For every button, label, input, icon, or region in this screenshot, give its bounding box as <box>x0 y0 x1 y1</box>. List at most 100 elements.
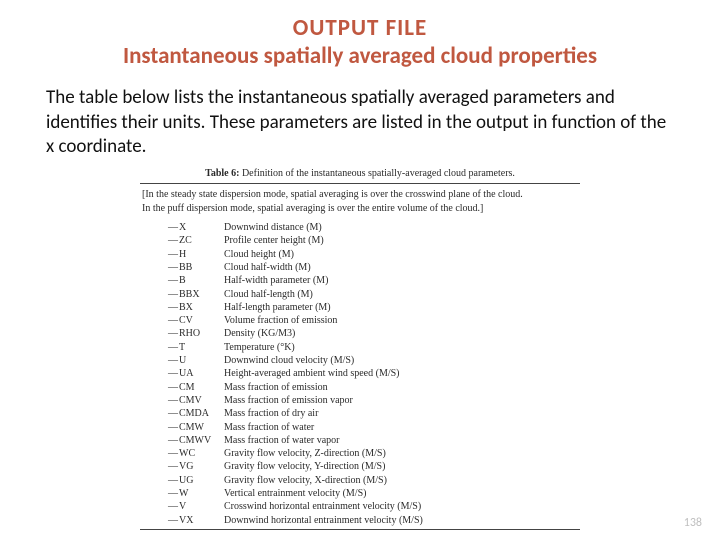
table-row: —UGGravity flow velocity, X-direction (M… <box>168 474 580 487</box>
param-symbol: —VX <box>168 514 224 527</box>
title-line-2: Instantaneous spatially averaged cloud p… <box>60 42 660 70</box>
param-symbol-text: H <box>179 249 186 260</box>
param-description: Downwind cloud velocity (M/S) <box>224 354 580 367</box>
em-dash-icon: — <box>168 395 178 406</box>
param-description: Half-length parameter (M) <box>224 301 580 314</box>
param-symbol-text: CV <box>179 315 193 326</box>
em-dash-icon: — <box>168 275 178 286</box>
param-symbol-text: CM <box>179 382 195 393</box>
table-row: —ZCProfile center height (M) <box>168 234 580 247</box>
param-description: Height-averaged ambient wind speed (M/S) <box>224 367 580 380</box>
param-symbol-text: BB <box>179 262 192 273</box>
param-symbol: —X <box>168 221 224 234</box>
param-symbol-text: VG <box>179 461 193 472</box>
param-symbol-text: B <box>179 275 186 286</box>
em-dash-icon: — <box>168 488 178 499</box>
em-dash-icon: — <box>168 408 178 419</box>
param-symbol: —V <box>168 500 224 513</box>
table-caption: Table 6: Definition of the instantaneous… <box>140 166 580 183</box>
page-number: 138 <box>684 516 702 530</box>
table-row: —BHalf-width parameter (M) <box>168 274 580 287</box>
table-row: —WVertical entrainment velocity (M/S) <box>168 487 580 500</box>
param-description: Density (KG/M3) <box>224 327 580 340</box>
param-symbol-text: U <box>179 355 186 366</box>
param-symbol-text: CMDA <box>179 408 209 419</box>
param-description: Gravity flow velocity, Z-direction (M/S) <box>224 447 580 460</box>
table-row: —WCGravity flow velocity, Z-direction (M… <box>168 447 580 460</box>
table-row: —CM Mass fraction of emission <box>168 381 580 394</box>
em-dash-icon: — <box>168 475 178 486</box>
corner-accent <box>0 516 22 534</box>
param-symbol-text: RHO <box>179 328 200 339</box>
param-symbol: —CMWV <box>168 434 224 447</box>
param-symbol-text: W <box>179 488 188 499</box>
table-row: —CMWVMass fraction of water vapor <box>168 434 580 447</box>
param-symbol: —WC <box>168 447 224 460</box>
table-note-line1: [In the steady state dispersion mode, sp… <box>142 188 578 202</box>
param-symbol-text: WC <box>179 448 195 459</box>
param-description: Gravity flow velocity, X-direction (M/S) <box>224 474 580 487</box>
table-row: —UDownwind cloud velocity (M/S) <box>168 354 580 367</box>
table-row: —XDownwind distance (M) <box>168 221 580 234</box>
table-row: —BB Cloud half-width (M) <box>168 261 580 274</box>
param-symbol-text: V <box>179 501 186 512</box>
param-symbol: —ZC <box>168 234 224 247</box>
param-symbol-text: T <box>179 342 185 353</box>
em-dash-icon: — <box>168 382 178 393</box>
param-symbol-text: UA <box>179 368 193 379</box>
param-symbol-text: UG <box>179 475 193 486</box>
table-row: —RHO Density (KG/M3) <box>168 327 580 340</box>
em-dash-icon: — <box>168 515 178 526</box>
table-note: [In the steady state dispersion mode, sp… <box>140 184 580 219</box>
param-description: Mass fraction of water <box>224 421 580 434</box>
param-symbol: —CV <box>168 314 224 327</box>
table-row: —HCloud height (M) <box>168 248 580 261</box>
param-symbol-text: BX <box>179 302 193 313</box>
table-note-line2: In the puff dispersion mode, spatial ave… <box>142 202 578 216</box>
table-caption-label: Table 6: <box>205 168 239 179</box>
param-symbol: —CMV <box>168 394 224 407</box>
table-row: —CMW Mass fraction of water <box>168 421 580 434</box>
param-symbol-text: CMW <box>179 422 204 433</box>
em-dash-icon: — <box>168 289 178 300</box>
table-row: —UAHeight-averaged ambient wind speed (M… <box>168 367 580 380</box>
param-description: Mass fraction of emission vapor <box>224 394 580 407</box>
param-symbol-text: VX <box>179 515 193 526</box>
param-symbol-text: CMWV <box>179 435 211 446</box>
param-symbol: —UG <box>168 474 224 487</box>
em-dash-icon: — <box>168 422 178 433</box>
param-symbol: —UA <box>168 367 224 380</box>
table-row: —VCrosswind horizontal entrainment veloc… <box>168 500 580 513</box>
em-dash-icon: — <box>168 501 178 512</box>
param-symbol: —W <box>168 487 224 500</box>
slide-title-block: OUTPUT FILE Instantaneous spatially aver… <box>0 0 720 76</box>
param-description: Vertical entrainment velocity (M/S) <box>224 487 580 500</box>
table-row: —CVVolume fraction of emission <box>168 314 580 327</box>
param-description: Cloud half-length (M) <box>224 288 580 301</box>
em-dash-icon: — <box>168 448 178 459</box>
param-description: Mass fraction of water vapor <box>224 434 580 447</box>
param-symbol: —BBX <box>168 288 224 301</box>
title-line-1: OUTPUT FILE <box>60 14 660 42</box>
param-description: Cloud half-width (M) <box>224 261 580 274</box>
parameter-table: Table 6: Definition of the instantaneous… <box>140 166 580 530</box>
table-row: —BXHalf-length parameter (M) <box>168 301 580 314</box>
param-description: Mass fraction of dry air <box>224 407 580 420</box>
param-symbol: —B <box>168 274 224 287</box>
em-dash-icon: — <box>168 262 178 273</box>
param-description: Mass fraction of emission <box>224 381 580 394</box>
em-dash-icon: — <box>168 315 178 326</box>
table-caption-text: Definition of the instantaneous spatiall… <box>242 168 515 179</box>
param-description: Crosswind horizontal entrainment velocit… <box>224 500 580 513</box>
param-symbol-text: X <box>179 222 186 233</box>
param-symbol: —U <box>168 354 224 367</box>
table-row: —CMVMass fraction of emission vapor <box>168 394 580 407</box>
body-paragraph: The table below lists the instantaneous … <box>0 76 720 166</box>
param-symbol: —H <box>168 248 224 261</box>
param-symbol-text: CMV <box>179 395 202 406</box>
param-symbol: —VG <box>168 460 224 473</box>
em-dash-icon: — <box>168 435 178 446</box>
table-row: —VXDownwind horizontal entrainment veloc… <box>168 514 580 527</box>
em-dash-icon: — <box>168 328 178 339</box>
table-row: —CMDA Mass fraction of dry air <box>168 407 580 420</box>
